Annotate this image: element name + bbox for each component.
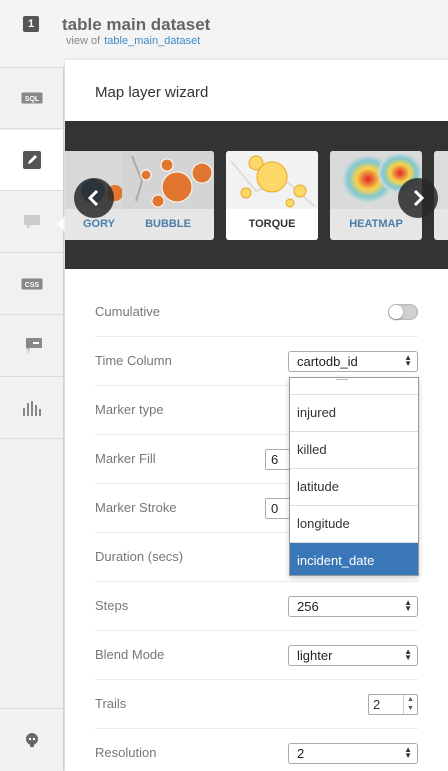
time-column-value: cartodb_id xyxy=(297,354,358,369)
select-arrows-icon: ▲ ▼ xyxy=(404,647,412,662)
card-label: BUBBLE xyxy=(145,218,191,230)
card-label: TORQUE xyxy=(226,209,318,240)
chevron-right-icon xyxy=(413,189,425,207)
trails-label: Trails xyxy=(95,696,127,711)
dropdown-option-longitude[interactable]: longitude xyxy=(290,506,418,543)
blend-mode-value: lighter xyxy=(297,648,333,663)
blend-mode-label: Blend Mode xyxy=(95,647,165,662)
wizard-pencil-icon xyxy=(22,151,41,169)
steps-value: 256 xyxy=(297,599,319,614)
resolution-label: Resolution xyxy=(95,745,157,760)
layer-title[interactable]: table main dataset xyxy=(62,15,210,35)
sidebar-item-sql[interactable]: SQL xyxy=(0,68,63,129)
marker-fill-label: Marker Fill xyxy=(95,451,156,466)
cumulative-toggle[interactable] xyxy=(388,304,418,320)
carousel-prev-button[interactable] xyxy=(74,178,114,218)
legend-icon: ? xyxy=(25,338,42,354)
view-of-label: view of xyxy=(66,35,101,47)
toggle-knob xyxy=(389,305,403,319)
visualization-carousel: GORY BUBBLE TORQUE HEATMAP xyxy=(65,121,448,269)
left-sidebar: SQL CSS ? xyxy=(0,68,65,771)
time-column-select[interactable]: cartodb_id ▲ ▼ xyxy=(288,351,418,372)
row-cumulative: Cumulative xyxy=(95,288,418,337)
card-bubble[interactable]: BUBBLE xyxy=(122,151,214,240)
carousel-next-button[interactable] xyxy=(398,178,438,218)
stepper-arrows-icon[interactable]: ▲ ▼ xyxy=(403,695,417,714)
layer-info-icon xyxy=(25,733,38,747)
time-column-label: Time Column xyxy=(95,353,172,368)
resolution-select[interactable]: 2 ▲ ▼ xyxy=(288,743,418,764)
svg-text:SQL: SQL xyxy=(24,96,39,103)
trails-value: 2 xyxy=(373,697,381,712)
chevron-left-icon xyxy=(87,189,99,207)
sidebar-item-infowindow[interactable] xyxy=(0,192,63,253)
bubble-thumb-image xyxy=(122,151,214,209)
select-arrows-icon: ▲ ▼ xyxy=(404,745,412,760)
dropdown-scroll-top xyxy=(290,378,418,395)
row-steps: Steps 256 ▲ ▼ xyxy=(95,582,418,631)
row-blend-mode: Blend Mode lighter ▲ ▼ xyxy=(95,631,418,680)
svg-text:?: ? xyxy=(26,348,30,354)
blend-mode-select[interactable]: lighter ▲ ▼ xyxy=(288,645,418,666)
sidebar-item-legend[interactable]: ? xyxy=(0,316,63,377)
card-torque[interactable]: TORQUE xyxy=(226,151,318,240)
time-column-dropdown-list[interactable]: injured killed latitude longitude incide… xyxy=(289,377,419,576)
panel-title: Map layer wizard xyxy=(95,84,209,101)
marker-type-label: Marker type xyxy=(95,402,164,417)
sidebar-item-css[interactable]: CSS xyxy=(0,254,63,315)
select-arrows-icon: ▲ ▼ xyxy=(404,598,412,613)
infowindow-icon xyxy=(23,215,40,229)
histogram-icon xyxy=(22,401,41,416)
sql-icon: SQL xyxy=(21,92,42,104)
svg-text:CSS: CSS xyxy=(24,282,39,289)
row-trails: Trails 2 ▲ ▼ xyxy=(95,680,418,729)
cumulative-label: Cumulative xyxy=(95,304,161,319)
map-layer-wizard-panel: Map layer wizard GORY BUBBLE TORQUE HEAT… xyxy=(65,60,448,771)
layer-subtitle: view of table_main_dataset xyxy=(66,35,200,47)
select-arrows-icon: ▲ ▼ xyxy=(404,353,412,368)
layer-header: 1 table main dataset view of table_main_d… xyxy=(0,0,448,68)
sidebar-item-layer-info[interactable] xyxy=(0,708,63,771)
steps-select[interactable]: 256 ▲ ▼ xyxy=(288,596,418,617)
dropdown-option-killed[interactable]: killed xyxy=(290,432,418,469)
layer-number-badge: 1 xyxy=(23,16,39,32)
resolution-value: 2 xyxy=(297,746,305,761)
dropdown-option-latitude[interactable]: latitude xyxy=(290,469,418,506)
dropdown-option-injured[interactable]: injured xyxy=(290,395,418,432)
source-table-link[interactable]: table_main_dataset xyxy=(104,35,200,47)
trails-stepper[interactable]: 2 ▲ ▼ xyxy=(368,694,418,715)
torque-thumb-image xyxy=(226,151,318,209)
active-indicator-arrow xyxy=(57,216,65,232)
sidebar-item-wizard[interactable] xyxy=(0,130,63,191)
css-icon: CSS xyxy=(21,278,42,290)
marker-stroke-label: Marker Stroke xyxy=(95,500,177,515)
sidebar-item-filters[interactable] xyxy=(0,378,63,439)
steps-label: Steps xyxy=(95,598,129,613)
duration-label: Duration (secs) xyxy=(95,549,184,564)
row-resolution: Resolution 2 ▲ ▼ xyxy=(95,729,418,771)
dropdown-option-incident-date[interactable]: incident_date xyxy=(290,543,418,575)
